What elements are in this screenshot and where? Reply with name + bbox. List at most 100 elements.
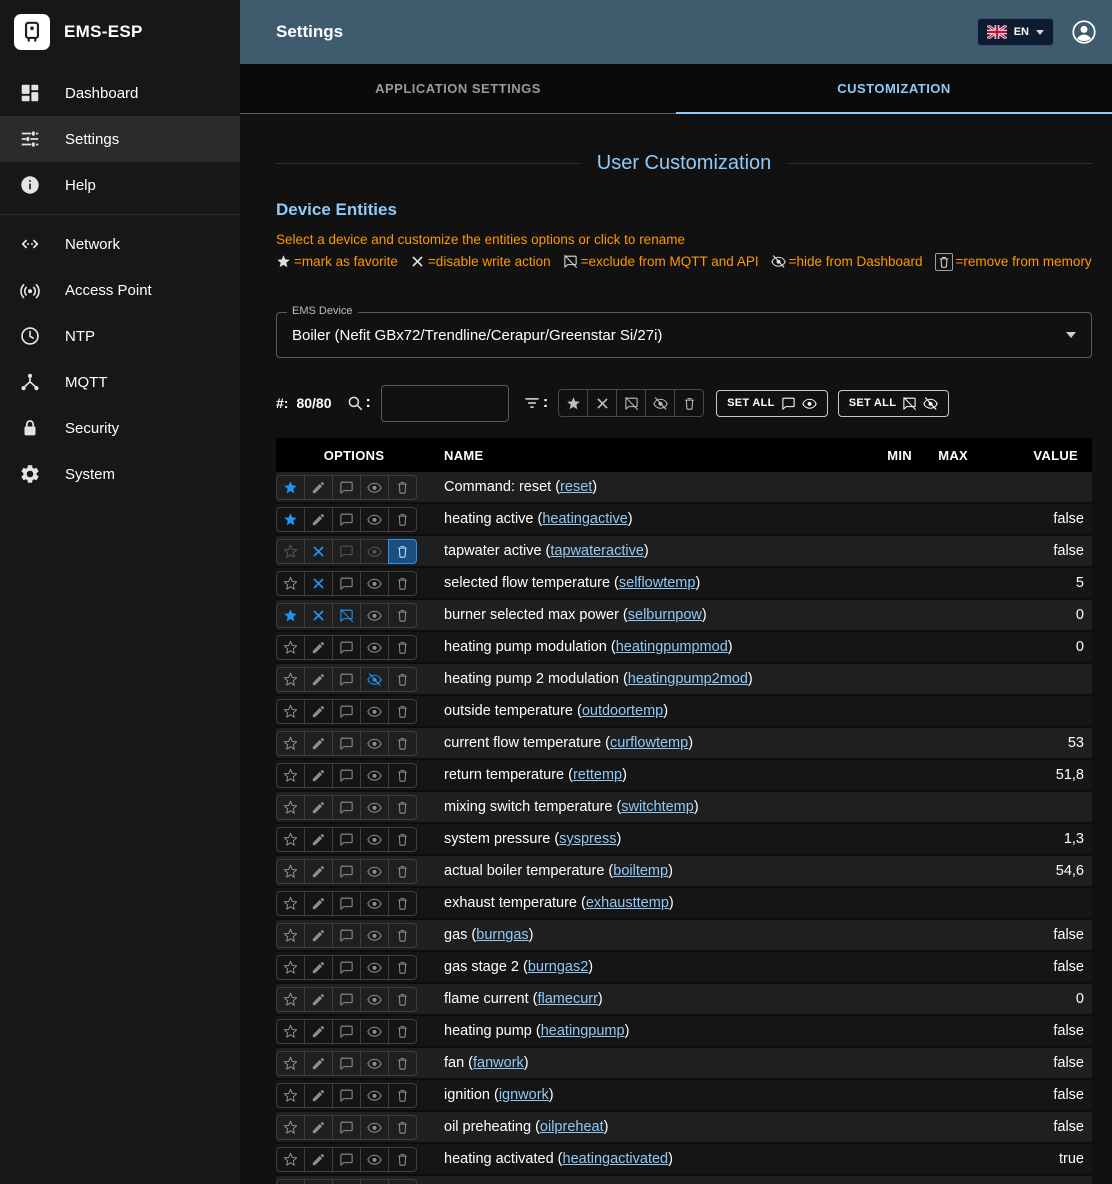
entity-name[interactable]: gas stage 2 (burngas2) — [432, 959, 870, 975]
mqtt-toggle[interactable] — [332, 1179, 361, 1184]
write-toggle[interactable] — [304, 1147, 333, 1172]
mqtt-toggle[interactable] — [332, 1115, 361, 1140]
sidebar-item-dashboard[interactable]: Dashboard — [0, 70, 240, 116]
mqtt-toggle[interactable] — [332, 955, 361, 980]
mqtt-toggle[interactable] — [332, 987, 361, 1012]
mqtt-toggle[interactable] — [332, 859, 361, 884]
write-toggle[interactable] — [304, 1115, 333, 1140]
filter-trash-button[interactable] — [674, 389, 704, 417]
entity-code-link[interactable]: rettemp — [573, 767, 622, 783]
entity-name[interactable]: exhaust temperature (exhausttemp) — [432, 895, 870, 911]
delete-toggle[interactable] — [388, 763, 417, 788]
delete-toggle[interactable] — [388, 507, 417, 532]
sidebar-item-help[interactable]: Help — [0, 162, 240, 208]
entity-code-link[interactable]: oilpreheat — [540, 1119, 604, 1135]
favorite-toggle[interactable] — [276, 699, 305, 724]
visibility-toggle[interactable] — [360, 507, 389, 532]
mqtt-toggle[interactable] — [332, 571, 361, 596]
write-toggle[interactable] — [304, 1083, 333, 1108]
language-selector[interactable]: EN — [977, 18, 1054, 46]
delete-toggle[interactable] — [388, 635, 417, 660]
entity-code-link[interactable]: curflowtemp — [610, 735, 688, 751]
visibility-toggle[interactable] — [360, 987, 389, 1012]
entity-code-link[interactable]: heatingactive — [542, 511, 627, 527]
favorite-toggle[interactable] — [276, 1019, 305, 1044]
favorite-toggle[interactable] — [276, 507, 305, 532]
filter-cross-button[interactable] — [587, 389, 617, 417]
write-toggle[interactable] — [304, 603, 333, 628]
filter-eye-off-button[interactable] — [645, 389, 675, 417]
visibility-toggle[interactable] — [360, 859, 389, 884]
visibility-toggle[interactable] — [360, 571, 389, 596]
favorite-toggle[interactable] — [276, 891, 305, 916]
tab-application-settings[interactable]: APPLICATION SETTINGS — [240, 64, 676, 113]
visibility-toggle[interactable] — [360, 1179, 389, 1184]
mqtt-toggle[interactable] — [332, 795, 361, 820]
sidebar-item-network[interactable]: Network — [0, 221, 240, 267]
mqtt-toggle[interactable] — [332, 667, 361, 692]
sidebar-item-system[interactable]: System — [0, 451, 240, 497]
entity-name[interactable]: actual boiler temperature (boiltemp) — [432, 863, 870, 879]
visibility-toggle[interactable] — [360, 955, 389, 980]
entity-name[interactable]: burner selected max power (selburnpow) — [432, 607, 870, 623]
filter-comment-off-button[interactable] — [616, 389, 646, 417]
write-toggle[interactable] — [304, 1179, 333, 1184]
entity-name[interactable]: tapwater active (tapwateractive) — [432, 543, 870, 559]
favorite-toggle[interactable] — [276, 539, 305, 564]
write-toggle[interactable] — [304, 827, 333, 852]
delete-toggle[interactable] — [388, 539, 417, 564]
delete-toggle[interactable] — [388, 1019, 417, 1044]
entity-code-link[interactable]: selburnpow — [628, 607, 702, 623]
write-toggle[interactable] — [304, 507, 333, 532]
mqtt-toggle[interactable] — [332, 539, 361, 564]
entity-code-link[interactable]: heatingpumpmod — [616, 639, 728, 655]
delete-toggle[interactable] — [388, 1083, 417, 1108]
delete-toggle[interactable] — [388, 923, 417, 948]
favorite-toggle[interactable] — [276, 667, 305, 692]
delete-toggle[interactable] — [388, 1147, 417, 1172]
mqtt-toggle[interactable] — [332, 475, 361, 500]
favorite-toggle[interactable] — [276, 1147, 305, 1172]
account-button[interactable] — [1070, 18, 1098, 46]
mqtt-toggle[interactable] — [332, 731, 361, 756]
entity-code-link[interactable]: reset — [560, 479, 592, 495]
entity-code-link[interactable]: switchtemp — [621, 799, 694, 815]
visibility-toggle[interactable] — [360, 539, 389, 564]
entity-name[interactable]: mixing switch temperature (switchtemp) — [432, 799, 870, 815]
write-toggle[interactable] — [304, 987, 333, 1012]
write-toggle[interactable] — [304, 891, 333, 916]
entity-name[interactable]: heating activated (heatingactivated) — [432, 1151, 870, 1167]
entity-code-link[interactable]: heatingactivated — [563, 1151, 669, 1167]
entity-code-link[interactable]: burngas — [476, 927, 528, 943]
entity-code-link[interactable]: boiltemp — [613, 863, 668, 879]
delete-toggle[interactable] — [388, 603, 417, 628]
favorite-toggle[interactable] — [276, 763, 305, 788]
write-toggle[interactable] — [304, 699, 333, 724]
ems-device-select[interactable]: EMS Device Boiler (Nefit GBx72/Trendline… — [276, 312, 1092, 358]
write-toggle[interactable] — [304, 795, 333, 820]
entity-name[interactable]: system pressure (syspress) — [432, 831, 870, 847]
visibility-toggle[interactable] — [360, 1019, 389, 1044]
mqtt-toggle[interactable] — [332, 699, 361, 724]
entity-code-link[interactable]: flamecurr — [537, 991, 597, 1007]
write-toggle[interactable] — [304, 667, 333, 692]
mqtt-toggle[interactable] — [332, 1019, 361, 1044]
mqtt-toggle[interactable] — [332, 827, 361, 852]
entity-code-link[interactable]: outdoortemp — [582, 703, 663, 719]
set-all-button-1[interactable]: SET ALL — [716, 390, 828, 417]
visibility-toggle[interactable] — [360, 1115, 389, 1140]
favorite-toggle[interactable] — [276, 571, 305, 596]
write-toggle[interactable] — [304, 475, 333, 500]
visibility-toggle[interactable] — [360, 1083, 389, 1108]
entity-name[interactable]: fan (fanwork) — [432, 1055, 870, 1071]
favorite-toggle[interactable] — [276, 731, 305, 756]
delete-toggle[interactable] — [388, 1179, 417, 1184]
entity-name[interactable]: return temperature (rettemp) — [432, 767, 870, 783]
favorite-toggle[interactable] — [276, 923, 305, 948]
sidebar-item-security[interactable]: Security — [0, 405, 240, 451]
entity-name[interactable]: current flow temperature (curflowtemp) — [432, 735, 870, 751]
visibility-toggle[interactable] — [360, 795, 389, 820]
entity-code-link[interactable]: exhausttemp — [586, 895, 669, 911]
entity-code-link[interactable]: heatingpump — [541, 1023, 625, 1039]
visibility-toggle[interactable] — [360, 891, 389, 916]
